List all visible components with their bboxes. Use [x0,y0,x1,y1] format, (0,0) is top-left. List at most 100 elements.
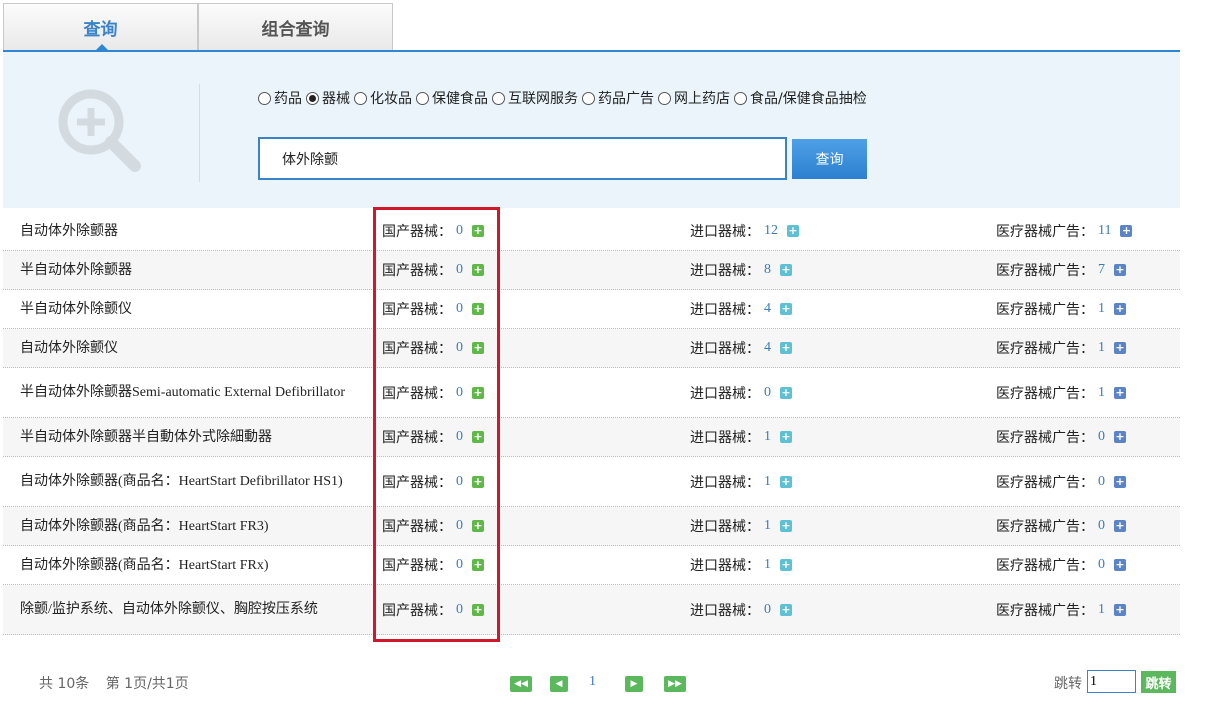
expand-plus-icon[interactable]: + [1114,603,1126,616]
tab-combined-query[interactable]: 组合查询 [198,3,393,50]
domestic-count[interactable]: 0 [456,474,463,490]
category-radio-3[interactable]: 保健食品 [416,88,488,108]
device-name-link[interactable]: 自动体外除颤器(商品名：HeartStart FR3) [20,507,370,545]
domestic-label: 国产器械： [382,263,452,279]
expand-plus-icon[interactable]: + [780,475,792,488]
ads-count[interactable]: 1 [1098,385,1105,401]
expand-plus-icon[interactable]: + [780,603,792,616]
device-name-link[interactable]: 半自动体外除颤器Semi-automatic External Defibril… [20,368,370,417]
domestic-count[interactable]: 0 [456,262,463,278]
radio-unchecked-icon[interactable] [734,91,747,105]
expand-plus-icon[interactable]: + [472,520,484,532]
ads-cell: 医疗器械广告： 0 + [996,546,1126,584]
expand-plus-icon[interactable]: + [472,386,484,399]
expand-plus-icon[interactable]: + [472,475,484,488]
first-page-icon[interactable]: ◀◀ [510,676,532,692]
device-name-link[interactable]: 半自动体外除颤器 [20,251,370,289]
category-radio-7[interactable]: 食品/保健食品抽检 [734,88,867,108]
ads-count[interactable]: 0 [1098,518,1105,534]
expand-plus-icon[interactable]: + [787,225,799,237]
device-name-link[interactable]: 自动体外除颤器(商品名：HeartStart FRx) [20,546,370,584]
expand-plus-icon[interactable]: + [472,225,484,237]
jump-button[interactable]: 跳转 [1141,671,1176,693]
ads-count[interactable]: 1 [1098,602,1105,618]
expand-plus-icon[interactable]: + [1114,520,1126,532]
expand-plus-icon[interactable]: + [1114,431,1126,443]
expand-plus-icon[interactable]: + [1120,225,1133,237]
device-name-link[interactable]: 自动体外除颤器(商品名：HeartStart Defibrillator HS1… [20,457,370,506]
expand-plus-icon[interactable]: + [780,520,792,532]
ads-count[interactable]: 7 [1098,262,1105,278]
imported-count[interactable]: 1 [764,429,771,445]
imported-count[interactable]: 1 [764,518,771,534]
imported-count[interactable]: 4 [764,340,771,356]
expand-plus-icon[interactable]: + [1114,386,1126,399]
imported-count[interactable]: 0 [764,385,771,401]
expand-plus-icon[interactable]: + [780,264,792,276]
expand-plus-icon[interactable]: + [1114,303,1126,315]
radio-unchecked-icon[interactable] [658,91,671,105]
device-name-link[interactable]: 除颤/监护系统、自动体外除颤仪、胸腔按压系统 [20,585,370,634]
domestic-count[interactable]: 0 [456,429,463,445]
ads-count[interactable]: 0 [1098,557,1105,573]
device-name-link[interactable]: 自动体外除颤器 [20,212,370,250]
device-name-link[interactable]: 自动体外除颤仪 [20,329,370,367]
search-input[interactable] [258,137,787,180]
imported-count[interactable]: 0 [764,602,771,618]
domestic-count[interactable]: 0 [456,301,463,317]
prev-page-icon[interactable]: ◀ [550,676,568,692]
expand-plus-icon[interactable]: + [780,303,792,315]
category-radio-0[interactable]: 药品 [258,88,302,108]
last-page-icon[interactable]: ▶▶ [664,676,686,692]
radio-unchecked-icon[interactable] [492,91,505,105]
radio-unchecked-icon[interactable] [258,91,271,105]
page-number[interactable]: 1 [589,674,596,690]
imported-count[interactable]: 8 [764,262,771,278]
jump-page-input[interactable] [1087,670,1136,693]
expand-plus-icon[interactable]: + [472,603,484,616]
expand-plus-icon[interactable]: + [472,303,484,315]
next-page-icon[interactable]: ▶ [625,676,643,692]
radio-unchecked-icon[interactable] [582,91,595,105]
domestic-count[interactable]: 0 [456,602,463,618]
imported-count[interactable]: 12 [764,223,778,239]
domestic-count[interactable]: 0 [456,385,463,401]
ads-count[interactable]: 0 [1098,429,1105,445]
expand-plus-icon[interactable]: + [780,386,792,399]
ads-count[interactable]: 0 [1098,474,1105,490]
search-button[interactable]: 查询 [792,139,867,179]
expand-plus-icon[interactable]: + [472,342,484,354]
category-radio-4[interactable]: 互联网服务 [492,88,578,108]
imported-count[interactable]: 1 [764,557,771,573]
tab-query[interactable]: 查询 [3,3,198,51]
category-radio-6[interactable]: 网上药店 [658,88,730,108]
expand-plus-icon[interactable]: + [780,342,792,354]
category-radio-2[interactable]: 化妆品 [354,88,412,108]
domestic-count[interactable]: 0 [456,557,463,573]
expand-plus-icon[interactable]: + [1114,559,1126,571]
ads-count[interactable]: 11 [1098,223,1111,239]
radio-checked-icon[interactable] [306,91,319,105]
ads-count[interactable]: 1 [1098,301,1105,317]
expand-plus-icon[interactable]: + [472,559,484,571]
expand-plus-icon[interactable]: + [780,431,792,443]
category-radio-1[interactable]: 器械 [306,88,350,108]
expand-plus-icon[interactable]: + [1114,342,1126,354]
ads-count[interactable]: 1 [1098,340,1105,356]
radio-unchecked-icon[interactable] [354,91,367,105]
imported-count[interactable]: 1 [764,474,771,490]
expand-plus-icon[interactable]: + [472,264,484,276]
domestic-count[interactable]: 0 [456,340,463,356]
expand-plus-icon[interactable]: + [472,431,484,443]
expand-plus-icon[interactable]: + [1114,475,1126,488]
imported-count[interactable]: 4 [764,301,771,317]
expand-plus-icon[interactable]: + [780,559,792,571]
device-name-link[interactable]: 半自动体外除颤仪 [20,290,370,328]
domestic-count[interactable]: 0 [456,223,463,239]
imported-cell: 进口器械： 8 + [690,251,792,289]
category-radio-5[interactable]: 药品广告 [582,88,654,108]
radio-unchecked-icon[interactable] [416,91,429,105]
device-name-link[interactable]: 半自动体外除颤器半自動体外式除細動器 [20,418,370,456]
expand-plus-icon[interactable]: + [1114,264,1126,276]
domestic-count[interactable]: 0 [456,518,463,534]
